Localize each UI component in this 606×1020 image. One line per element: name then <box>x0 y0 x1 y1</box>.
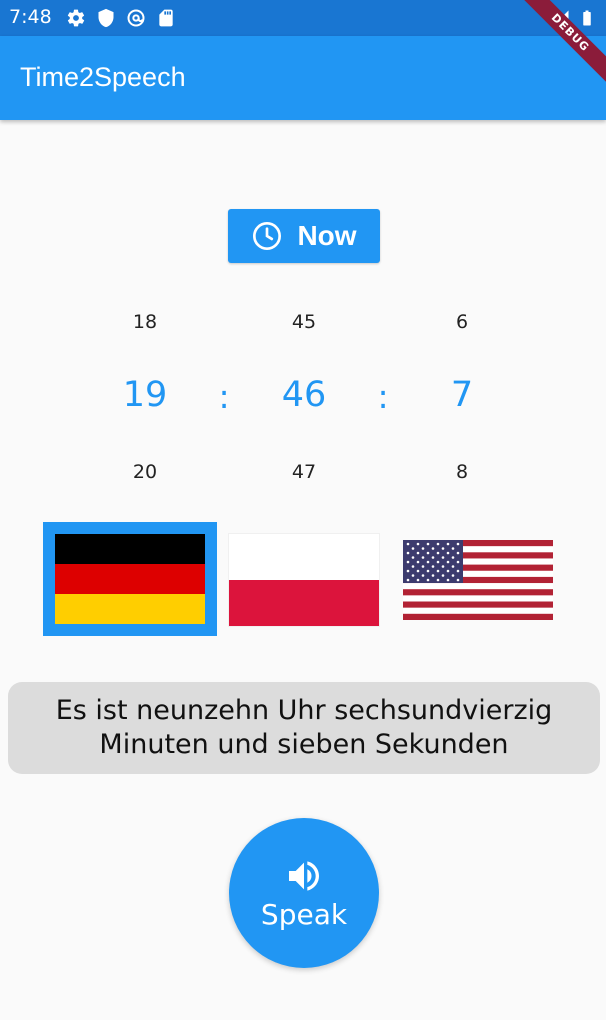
app-title: Time2Speech <box>20 62 186 92</box>
clock-icon <box>251 220 283 252</box>
status-bar: 7:48 <box>0 0 606 36</box>
flag-poland[interactable] <box>229 534 379 626</box>
now-button[interactable]: Now <box>228 209 380 263</box>
sd-card-icon <box>156 8 176 28</box>
speech-text-box: Es ist neunzehn Uhr sechsundvierzig Minu… <box>8 682 600 774</box>
minutes-next[interactable]: 47 <box>259 461 349 483</box>
signal-icon <box>552 8 570 28</box>
hours-next[interactable]: 20 <box>100 461 190 483</box>
speak-button-label: Speak <box>260 897 348 931</box>
flag-germany[interactable] <box>55 534 205 624</box>
speak-button[interactable]: Speak <box>229 818 379 968</box>
time-separator: : <box>377 377 389 416</box>
status-icons <box>66 8 176 28</box>
hours-selected[interactable]: 19 <box>95 375 195 415</box>
status-right-icons <box>552 8 596 28</box>
volume-icon <box>284 856 324 898</box>
shield-icon <box>96 8 116 28</box>
gear-icon <box>66 8 86 28</box>
seconds-selected[interactable]: 7 <box>412 375 512 415</box>
status-time: 7:48 <box>9 6 52 28</box>
hours-prev[interactable]: 18 <box>100 311 190 333</box>
seconds-next[interactable]: 8 <box>417 461 507 483</box>
speech-text: Es ist neunzehn Uhr sechsundvierzig Minu… <box>55 695 553 760</box>
flag-usa[interactable] <box>403 540 553 620</box>
minutes-selected[interactable]: 46 <box>254 375 354 415</box>
battery-icon <box>578 8 596 28</box>
app-bar: Time2Speech <box>0 36 606 120</box>
now-button-label: Now <box>297 220 357 251</box>
seconds-prev[interactable]: 6 <box>417 311 507 333</box>
time-separator: : <box>218 377 230 416</box>
minutes-prev[interactable]: 45 <box>259 311 349 333</box>
at-sign-icon <box>126 8 146 28</box>
